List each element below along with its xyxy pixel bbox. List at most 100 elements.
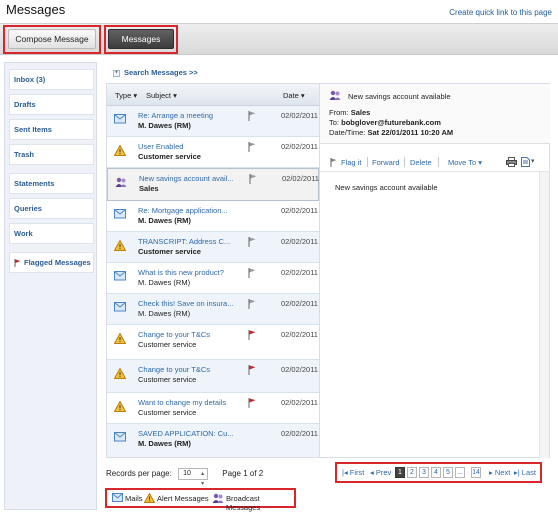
last-page-button[interactable]: ▸| Last	[514, 467, 536, 479]
messages-button[interactable]: Messages	[108, 29, 174, 49]
next-page-button[interactable]: ▸ Next	[489, 467, 510, 479]
message-sender: M. Dawes (RM)	[138, 216, 191, 225]
first-page-button[interactable]: |◂ First	[342, 467, 364, 479]
page-3-button[interactable]: 3	[419, 467, 429, 478]
chevron-down-icon[interactable]: ▾	[531, 157, 535, 165]
page-1-button[interactable]: 1	[395, 467, 405, 478]
divider	[404, 157, 405, 167]
table-row[interactable]: Change to your T&Cs Customer service 02/02…	[107, 360, 319, 393]
sidebar-item-statements[interactable]: Statements	[9, 173, 94, 194]
message-sender: Customer service	[138, 152, 201, 161]
message-subject[interactable]: Want to change my details	[138, 398, 246, 407]
message-type-legend: Mails Alert Messages Broadcast Messages	[105, 488, 296, 512]
message-date: 02/02/2011	[281, 365, 318, 374]
message-sender: Customer service	[138, 247, 201, 256]
message-subject[interactable]: Re: Mortgage application...	[138, 206, 246, 215]
detail-scrollbar[interactable]	[539, 172, 549, 458]
forward-button[interactable]: Forward	[372, 158, 400, 167]
table-row[interactable]: TRANSCRIPT: Address C... Customer service…	[107, 232, 319, 263]
sidebar-item-sent-items[interactable]: Sent Items	[9, 119, 94, 140]
table-row[interactable]: What is this new product? M. Dawes (RM) 02…	[107, 263, 319, 294]
message-subject[interactable]: TRANSCRIPT: Address C...	[138, 237, 246, 246]
message-subject[interactable]: Change to your T&Cs	[138, 365, 246, 374]
message-sender: Customer service	[138, 340, 197, 349]
page-title: Messages	[6, 2, 66, 17]
message-subject[interactable]: Check this! Save on insura...	[138, 299, 246, 308]
page-ellipsis-button[interactable]: ...	[455, 467, 465, 478]
sidebar-item-label: Flagged Messages	[24, 258, 91, 267]
table-row[interactable]: User Enabled Customer service 02/02/2011	[107, 137, 319, 168]
broadcast-icon	[115, 177, 127, 188]
page-14-button[interactable]: 14	[471, 467, 481, 478]
quick-link[interactable]: Create quick link to this page	[449, 8, 552, 17]
table-row[interactable]: New savings account avail... Sales 02/02/2…	[107, 168, 319, 201]
message-sender: Sales	[139, 184, 159, 193]
flag-icon[interactable]	[248, 142, 258, 152]
page-4-button[interactable]: 4	[431, 467, 441, 478]
flag-icon[interactable]	[248, 268, 258, 278]
records-per-page: Records per page: 10 ▲ ▼ Page 1 of 2	[106, 468, 264, 487]
message-date: 02/02/2011	[281, 111, 318, 120]
table-row[interactable]: Re: Arrange a meeting M. Dawes (RM) 02/02/…	[107, 106, 319, 137]
detail-date: Date/Time: Sat 22/01/2011 10:20 AM	[329, 128, 454, 137]
expand-icon: +	[113, 69, 120, 77]
mail-icon	[114, 302, 126, 313]
detail-from: From: Sales	[329, 108, 371, 117]
message-subject[interactable]: What is this new product?	[138, 268, 246, 277]
move-to-dropdown[interactable]: Move To ▾	[448, 158, 482, 167]
sidebar-item-drafts[interactable]: Drafts	[9, 94, 94, 115]
search-messages-toggle[interactable]: + Search Messages >>	[113, 68, 198, 77]
sidebar-item-queries[interactable]: Queries	[9, 198, 94, 219]
sidebar-item-trash[interactable]: Trash	[9, 144, 94, 165]
message-subject[interactable]: User Enabled	[138, 142, 246, 151]
table-row[interactable]: Check this! Save on insura... M. Dawes (R…	[107, 294, 319, 325]
page-info: Page 1 of 2	[222, 469, 264, 479]
red-flag-icon[interactable]	[248, 365, 258, 375]
sidebar-item-inbox[interactable]: Inbox (3)	[9, 69, 94, 90]
print-icon[interactable]	[506, 157, 517, 167]
mail-icon	[112, 493, 123, 502]
message-date: 02/02/2011	[281, 268, 318, 277]
sidebar-item-work[interactable]: Work	[9, 223, 94, 244]
detail-header: New savings account available From: Sale…	[320, 84, 550, 144]
message-sender: M. Dawes (RM)	[138, 278, 191, 287]
flag-icon[interactable]	[248, 111, 258, 121]
red-flag-icon[interactable]	[248, 330, 258, 340]
legend-broadcast: Broadcast Messages	[226, 494, 261, 512]
message-sender: Customer service	[138, 408, 197, 417]
detail-body: New savings account available	[335, 183, 438, 192]
column-date[interactable]: Date ▾	[283, 91, 305, 100]
column-subject[interactable]: Subject ▾	[146, 91, 177, 100]
message-date: 02/02/2011	[282, 174, 319, 183]
red-flag-icon[interactable]	[248, 398, 258, 408]
legend-mails: Mails	[125, 494, 143, 503]
message-subject[interactable]: Change to your T&Cs	[138, 330, 246, 339]
delete-button[interactable]: Delete	[410, 158, 432, 167]
mail-icon	[114, 432, 126, 443]
table-row[interactable]: Re: Mortgage application... M. Dawes (RM)…	[107, 201, 319, 232]
table-row[interactable]: Want to change my details Customer servic…	[107, 393, 319, 424]
pagination: |◂ First ◂ Prev 1 2 3 4 5... 14 ▸ Next ▸| Las…	[335, 462, 542, 483]
flag-icon[interactable]	[248, 299, 258, 309]
flag-icon[interactable]	[249, 174, 259, 184]
compose-message-button[interactable]: Compose Message	[8, 29, 96, 49]
sidebar: Inbox (3) Drafts Sent Items Trash Statem…	[4, 62, 97, 510]
spinner-icon: ▲ ▼	[200, 471, 206, 487]
alert-icon	[144, 493, 155, 503]
table-row[interactable]: Change to your T&Cs Customer service 02/02…	[107, 325, 319, 360]
message-subject[interactable]: SAVED APPLICATION: Cu...	[138, 429, 246, 438]
column-type[interactable]: Type ▾	[115, 91, 137, 100]
flag-icon[interactable]	[248, 237, 258, 247]
message-subject[interactable]: New savings account avail...	[139, 174, 247, 183]
flag-it-button[interactable]: Flag it	[341, 158, 361, 167]
page-2-button[interactable]: 2	[407, 467, 417, 478]
broadcast-icon	[329, 90, 341, 100]
detail-subject: New savings account available	[348, 92, 451, 101]
records-per-page-select[interactable]: 10 ▲ ▼	[178, 468, 209, 487]
message-subject[interactable]: Re: Arrange a meeting	[138, 111, 246, 120]
table-row[interactable]: SAVED APPLICATION: Cu... M. Dawes (RM) 02/…	[107, 424, 319, 457]
prev-page-button[interactable]: ◂ Prev	[370, 467, 391, 479]
document-icon[interactable]	[521, 157, 530, 167]
page-5-button[interactable]: 5	[443, 467, 453, 478]
sidebar-item-flagged-messages[interactable]: Flagged Messages	[9, 252, 94, 273]
